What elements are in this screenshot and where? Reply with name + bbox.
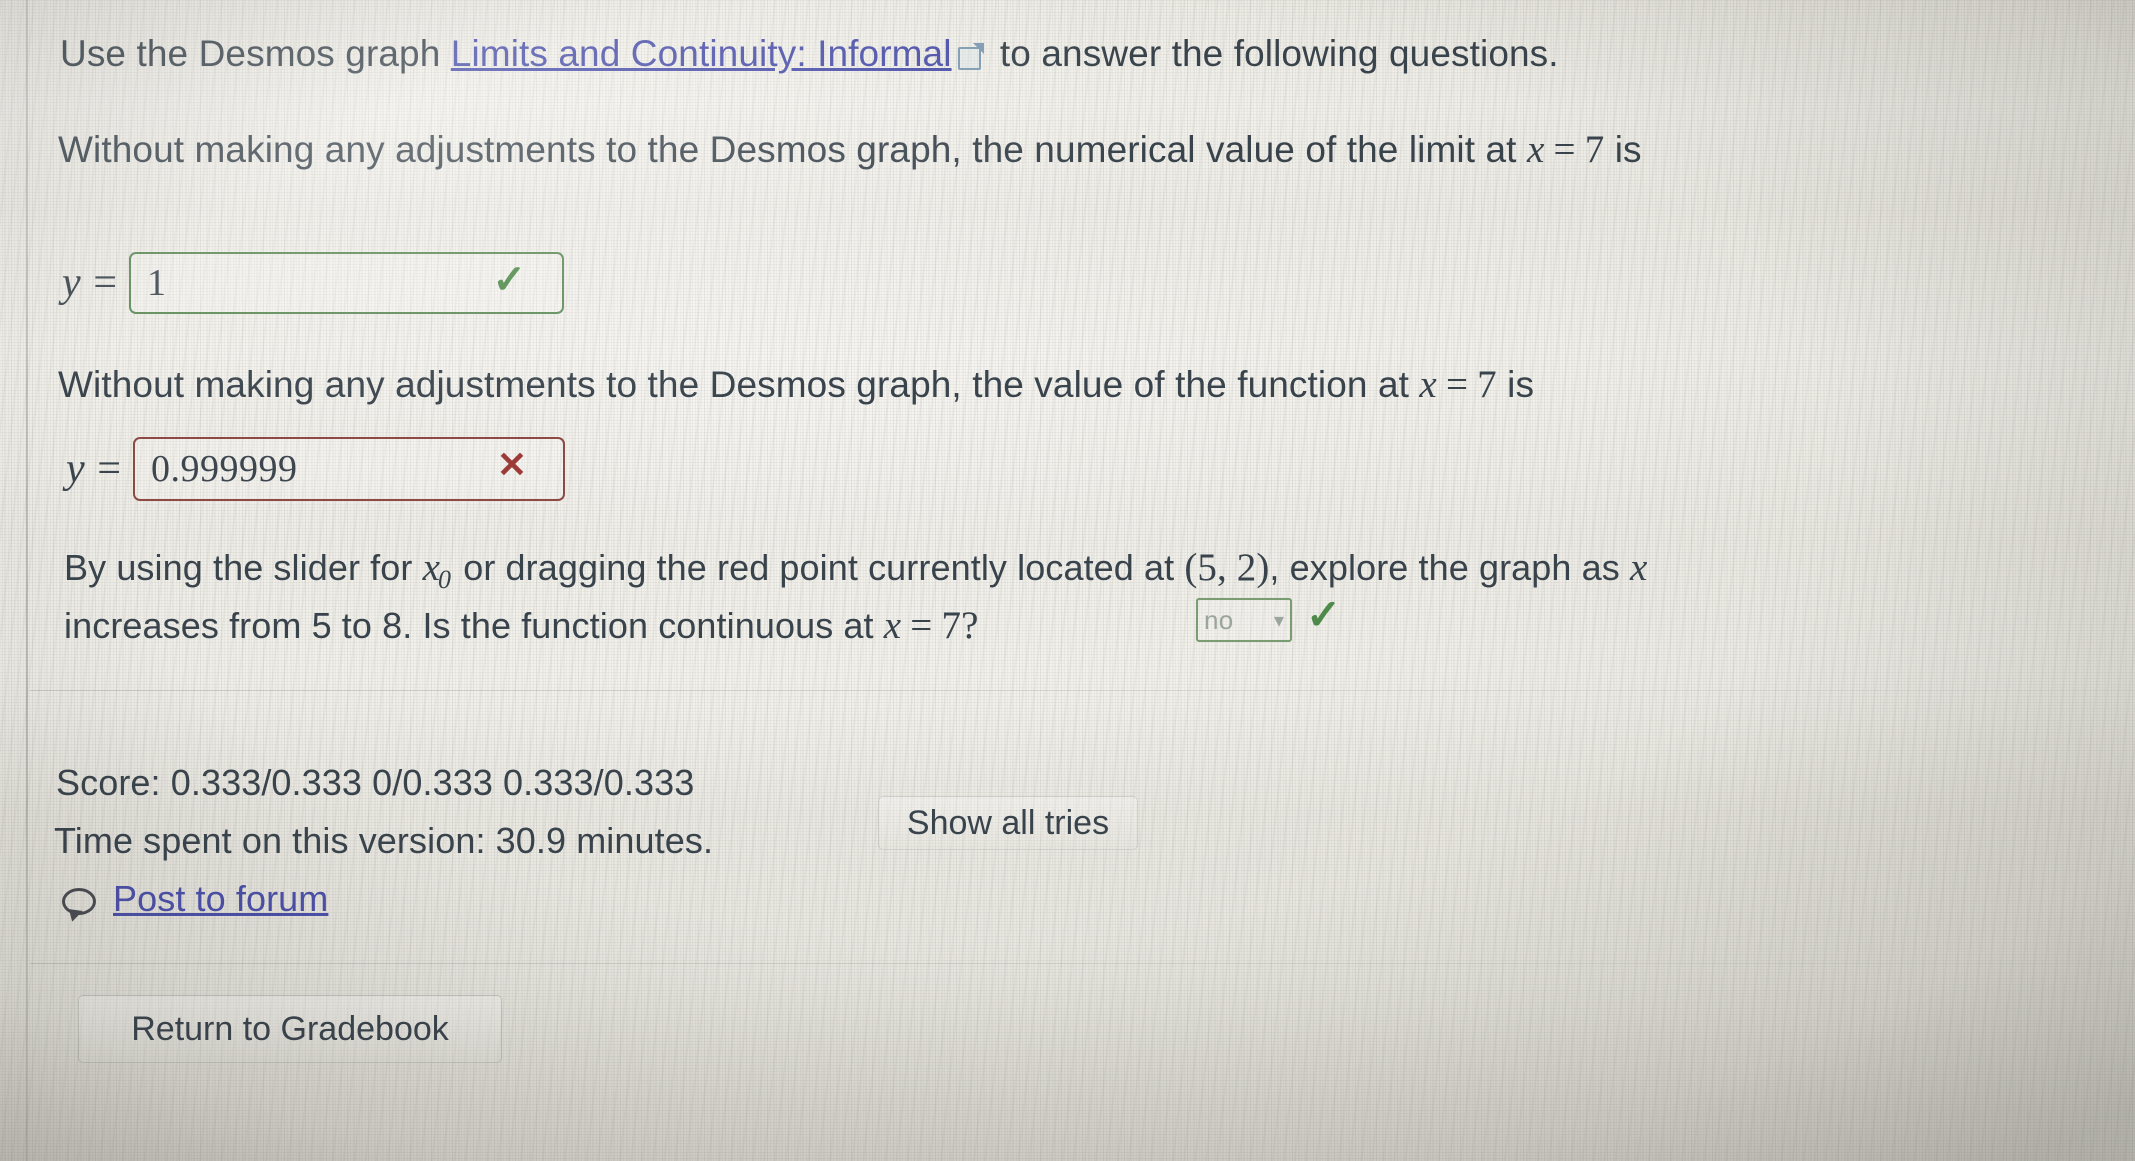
question2-equals-sign: =	[94, 446, 123, 492]
question3-math-value: 7?	[941, 604, 979, 647]
time-spent-line: Time spent on this version: 30.9 minutes…	[54, 820, 714, 861]
question2-answer-value: 0.999999	[151, 448, 298, 490]
question3-text-line2: increases from 5 to 8. Is the function c…	[64, 605, 884, 646]
question3-select-value: no	[1204, 604, 1234, 635]
section-divider-bottom	[30, 963, 2135, 964]
question3-prompt-line1: By using the slider for x 0 or dragging t…	[64, 545, 1648, 594]
question2-prompt: Without making any adjustments to the De…	[58, 362, 1534, 407]
page-left-border	[26, 0, 28, 1161]
question1-equals-sign: =	[90, 260, 119, 306]
desmos-graph-link[interactable]: Limits and Continuity: Informal	[451, 33, 952, 74]
chevron-down-icon: ▾	[1273, 609, 1284, 632]
question2-math-value: 7	[1477, 363, 1497, 406]
question3-line1-var: x	[1629, 546, 1648, 589]
question2-math-x: x	[1419, 363, 1437, 406]
question3-continuity-select[interactable]: no ▾	[1196, 598, 1292, 642]
question3-prompt-line2: increases from 5 to 8. Is the function c…	[64, 603, 979, 648]
question2-prompt-suffix: is	[1496, 364, 1535, 405]
question3-point-coords: (5, 2)	[1184, 546, 1270, 589]
score-line: Score: 0.333/0.333 0/0.333 0.333/0.333	[56, 762, 695, 803]
external-link-icon[interactable]	[957, 43, 984, 70]
question1-math-value: 7	[1584, 128, 1605, 171]
question1-prompt: Without making any adjustments to the De…	[58, 127, 1642, 172]
question3-math-x: x	[883, 604, 902, 647]
question1-answer-input[interactable]: 1 ✓	[129, 252, 564, 314]
question2-y-label: y	[66, 446, 85, 492]
intro-text-before: Use the Desmos graph	[60, 33, 451, 74]
post-to-forum-link[interactable]: Post to forum	[113, 878, 328, 920]
question1-math-equals: =	[1553, 128, 1576, 171]
question2-math-equals: =	[1445, 363, 1469, 406]
question3-correct-icon: ✓	[1306, 591, 1342, 638]
question3-text-b: or dragging the red point currently loca…	[453, 547, 1185, 588]
question1-prompt-text: Without making any adjustments to the De…	[58, 129, 1527, 170]
question2-answer-input[interactable]: 0.999999 ✕	[133, 437, 565, 501]
question2-answer-row: y = 0.999999 ✕	[66, 437, 565, 501]
question1-prompt-suffix: is	[1604, 129, 1642, 170]
speech-bubble-icon[interactable]	[62, 888, 96, 915]
question3-text-c: , explore the graph as	[1269, 547, 1630, 588]
question2-prompt-text: Without making any adjustments to the De…	[58, 364, 1420, 405]
question1-correct-icon: ✓	[492, 258, 526, 302]
question2-incorrect-icon: ✕	[496, 444, 527, 485]
show-all-tries-button[interactable]: Show all tries	[878, 796, 1138, 850]
question3-math-equals: =	[910, 604, 933, 647]
question1-answer-value: 1	[147, 262, 167, 304]
problem-page: Use the Desmos graph Limits and Continui…	[0, 0, 2135, 1161]
question1-y-label: y	[62, 260, 81, 306]
question1-answer-row: y = 1 ✓	[62, 252, 564, 314]
question1-math-x: x	[1526, 128, 1545, 171]
intro-text-after: to answer the following questions.	[989, 33, 1559, 74]
question3-slider-subscript: 0	[438, 565, 452, 594]
intro-line: Use the Desmos graph Limits and Continui…	[60, 33, 1559, 75]
screenshot-root: Use the Desmos graph Limits and Continui…	[0, 0, 2135, 1161]
question3-text-a: By using the slider for	[64, 547, 423, 588]
section-divider-top	[30, 690, 2135, 691]
return-to-gradebook-button[interactable]: Return to Gradebook	[78, 995, 502, 1063]
